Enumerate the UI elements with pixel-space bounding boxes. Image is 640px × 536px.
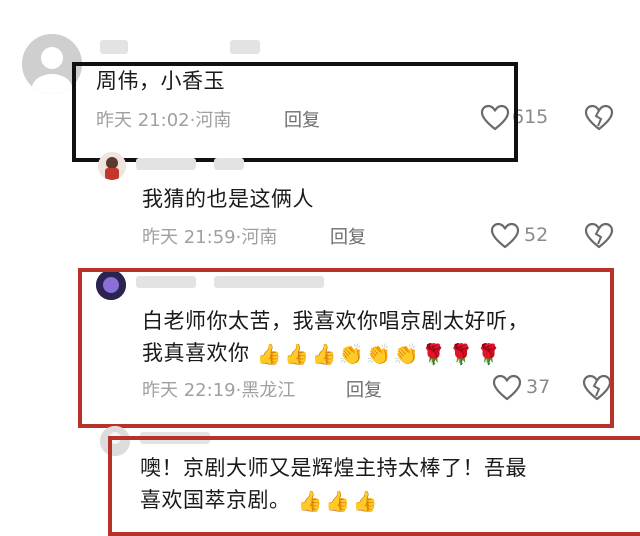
- username-blurred: [100, 40, 128, 54]
- reply-button[interactable]: 回复: [330, 223, 366, 249]
- highlight-box-red: [108, 436, 640, 536]
- username-blurred: [136, 158, 196, 170]
- like-button[interactable]: [490, 222, 520, 250]
- like-count: 52: [524, 224, 549, 246]
- comment-time: 昨天 21:59: [142, 227, 236, 248]
- comment-location: 河南: [241, 227, 278, 248]
- comment-text: 我猜的也是这俩人: [142, 187, 314, 211]
- heart-outline-icon: [490, 222, 520, 249]
- broken-heart-icon: [584, 104, 614, 131]
- dislike-button[interactable]: [584, 222, 614, 250]
- avatar[interactable]: [98, 152, 126, 180]
- user-avatar-icon: [98, 152, 126, 180]
- highlight-box-red: [78, 268, 614, 428]
- highlight-box-black: [72, 62, 518, 162]
- username-blurred: [214, 158, 244, 170]
- username-blurred: [230, 40, 260, 54]
- broken-heart-icon: [584, 222, 614, 249]
- comment-meta: 昨天 21:59·河南: [142, 223, 277, 249]
- dislike-button[interactable]: [584, 104, 614, 132]
